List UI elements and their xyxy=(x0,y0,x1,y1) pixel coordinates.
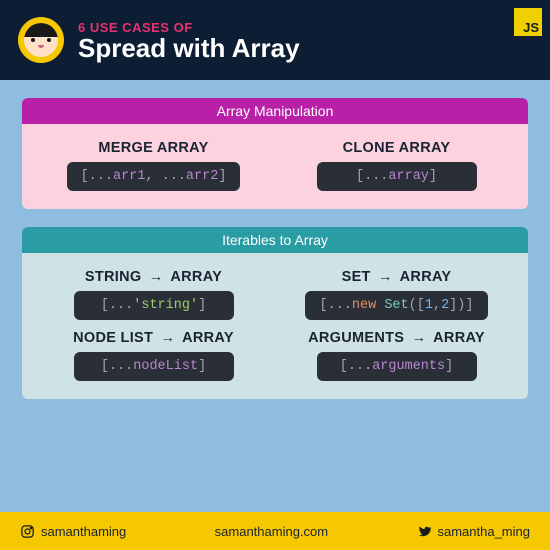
twitter-label: samantha_ming xyxy=(437,524,530,539)
use-case-cell: NODE LIST → ARRAY [...nodeList] xyxy=(40,330,267,381)
use-case-cell: ARGUMENTS → ARRAY [...arguments] xyxy=(283,330,510,381)
content: Array Manipulation MERGE ARRAY [...arr1, .… xyxy=(0,80,550,399)
site-label: samanthaming.com xyxy=(215,524,328,539)
section-grid: MERGE ARRAY [...arr1, ...arr2] CLONE ARRAY… xyxy=(22,124,528,209)
code-snippet: [...array] xyxy=(317,162,477,191)
use-case-title: STRING → ARRAY xyxy=(85,269,222,285)
header: 6 USE CASES OF Spread with Array JS xyxy=(0,0,550,80)
section-teal: Iterables to Array STRING → ARRAY [...'str… xyxy=(22,227,528,399)
js-badge-icon: JS xyxy=(514,8,542,36)
section-pink: Array Manipulation MERGE ARRAY [...arr1, .… xyxy=(22,98,528,209)
use-case-title: SET → ARRAY xyxy=(342,269,452,285)
code-snippet: [...arr1, ...arr2] xyxy=(67,162,241,191)
use-case-cell: STRING → ARRAY [...'string'] xyxy=(40,269,267,320)
section-heading: Iterables to Array xyxy=(22,227,528,253)
instagram-icon xyxy=(20,524,35,539)
twitter-handle: samantha_ming xyxy=(416,524,530,539)
use-case-title: NODE LIST → ARRAY xyxy=(73,330,234,346)
code-snippet: [...'string'] xyxy=(74,291,234,320)
avatar-face-icon xyxy=(24,23,58,57)
instagram-label: samanthaming xyxy=(41,524,126,539)
use-case-cell: CLONE ARRAY [...array] xyxy=(283,140,510,191)
use-case-title: CLONE ARRAY xyxy=(343,140,451,156)
use-case-cell: MERGE ARRAY [...arr1, ...arr2] xyxy=(40,140,267,191)
page-title: Spread with Array xyxy=(78,35,300,61)
use-case-cell: SET → ARRAY [...new Set([1,2])] xyxy=(283,269,510,320)
twitter-icon xyxy=(416,524,431,539)
code-snippet: [...nodeList] xyxy=(74,352,234,381)
instagram-handle: samanthaming xyxy=(20,524,126,539)
section-grid: STRING → ARRAY [...'string'] SET → ARRAY [.… xyxy=(22,253,528,399)
use-case-title: MERGE ARRAY xyxy=(98,140,208,156)
use-case-title: ARGUMENTS → ARRAY xyxy=(308,330,485,346)
code-snippet: [...arguments] xyxy=(317,352,477,381)
section-heading: Array Manipulation xyxy=(22,98,528,124)
footer: samanthaming samanthaming.com samantha_m… xyxy=(0,512,550,550)
avatar xyxy=(18,17,64,63)
code-snippet: [...new Set([1,2])] xyxy=(305,291,487,320)
